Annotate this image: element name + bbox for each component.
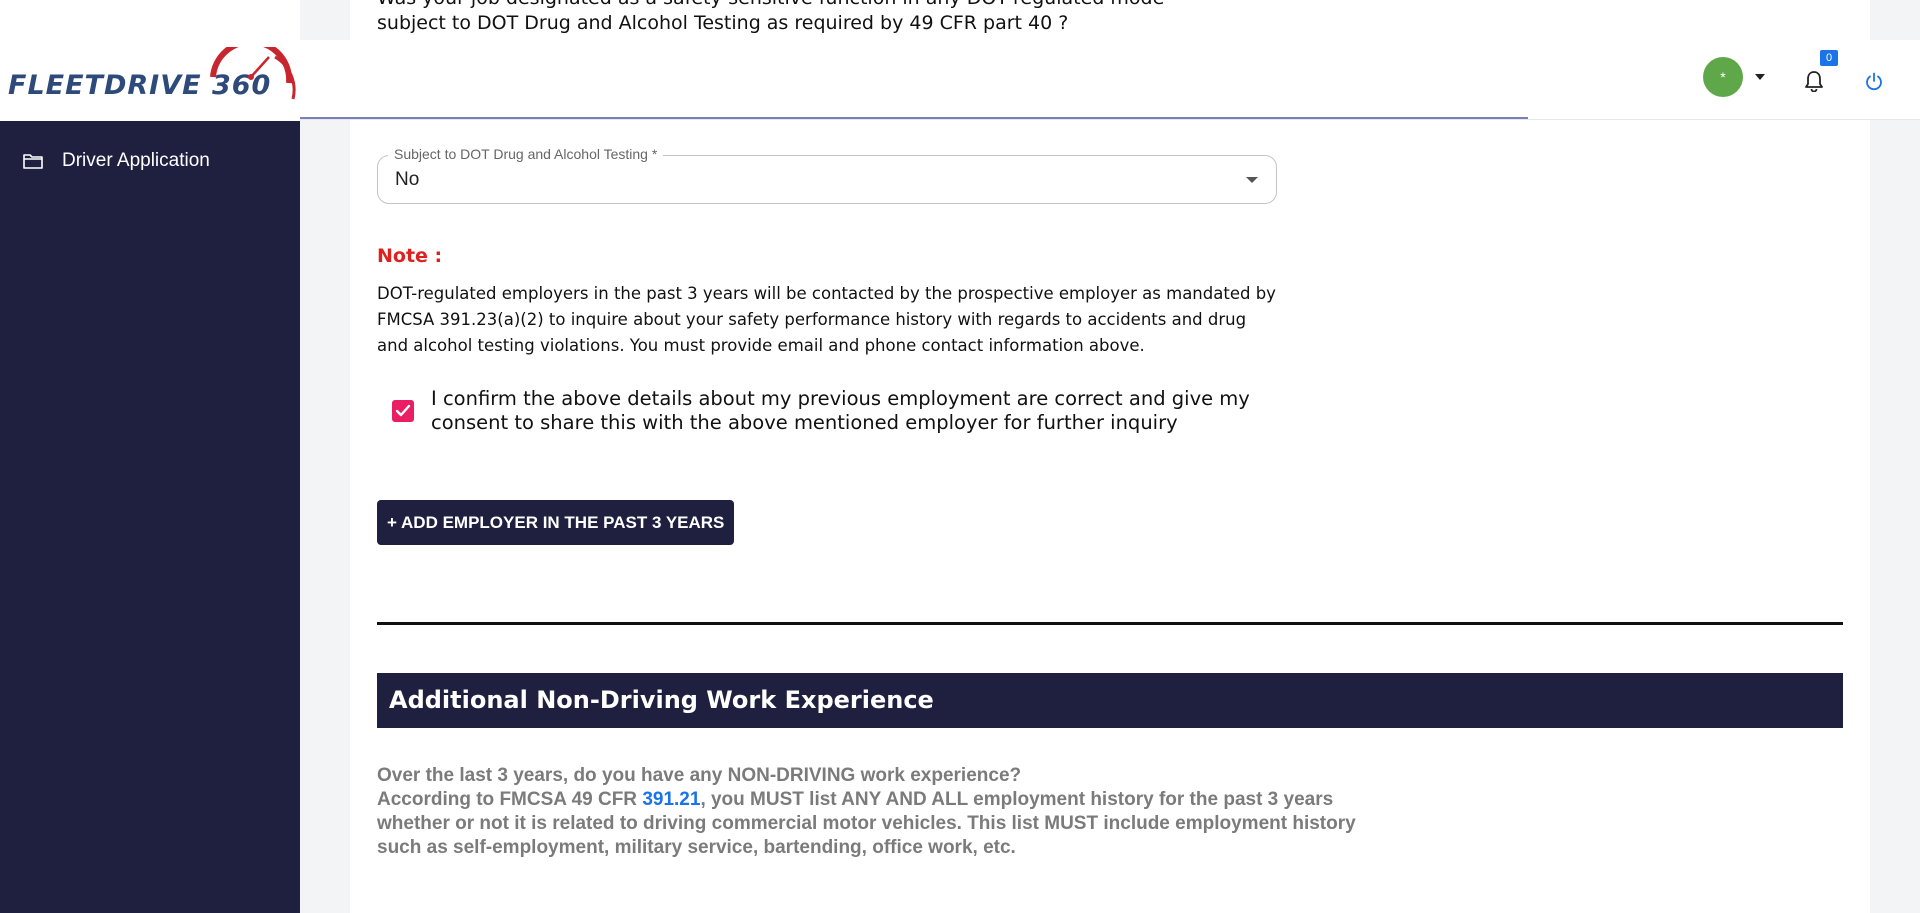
consent-checkbox[interactable] bbox=[392, 400, 414, 422]
section-divider bbox=[377, 622, 1843, 625]
user-menu[interactable]: * bbox=[1703, 57, 1765, 97]
requirement-prefix: According to FMCSA 49 CFR bbox=[377, 789, 643, 810]
cfr-391-21-link[interactable]: 391.21 bbox=[642, 789, 700, 810]
top-bar bbox=[300, 40, 1920, 120]
chevron-down-icon bbox=[1755, 74, 1765, 80]
note-title: Note : bbox=[377, 245, 443, 267]
dropdown-arrow-icon bbox=[1246, 177, 1258, 183]
power-icon[interactable] bbox=[1864, 72, 1884, 92]
non-driving-info: Over the last 3 years, do you have any N… bbox=[377, 764, 1357, 860]
brand-logo[interactable]: FLEETDRIVE 360 bbox=[0, 0, 300, 121]
speedometer-icon bbox=[210, 47, 296, 100]
sidebar-item-label: Driver Application bbox=[62, 150, 210, 171]
folder-icon bbox=[22, 152, 44, 170]
top-bar-accent-line bbox=[300, 117, 1528, 119]
avatar: * bbox=[1703, 57, 1743, 97]
checkmark-icon bbox=[395, 404, 411, 417]
dot-testing-label: Subject to DOT Drug and Alcohol Testing … bbox=[388, 146, 664, 162]
non-driving-question: Over the last 3 years, do you have any N… bbox=[377, 765, 1022, 786]
consent-label: I confirm the above details about my pre… bbox=[431, 387, 1250, 434]
add-employer-button[interactable]: + ADD EMPLOYER IN THE PAST 3 YEARS bbox=[377, 500, 735, 545]
section-title: Additional Non-Driving Work Experience bbox=[389, 686, 934, 714]
non-driving-section-header: Additional Non-Driving Work Experience bbox=[377, 673, 1843, 728]
question-line-1: Was your job designated as a safety-sens… bbox=[377, 0, 1277, 11]
non-driving-requirement: According to FMCSA 49 CFR 391.21, you MU… bbox=[377, 788, 1357, 860]
consent-checkbox-row[interactable]: I confirm the above details about my pre… bbox=[392, 387, 1281, 435]
question-line-2: subject to DOT Drug and Alcohol Testing … bbox=[377, 12, 1069, 34]
bell-icon[interactable] bbox=[1804, 70, 1824, 92]
notification-count-badge: 0 bbox=[1820, 50, 1838, 66]
sidebar-item-driver-application[interactable]: Driver Application bbox=[22, 148, 210, 174]
dot-question: Was your job designated as a safety-sens… bbox=[377, 0, 1277, 36]
dot-testing-value: No bbox=[395, 169, 420, 190]
note-body: DOT-regulated employers in the past 3 ye… bbox=[377, 284, 1276, 355]
dot-testing-select[interactable]: Subject to DOT Drug and Alcohol Testing … bbox=[377, 146, 1277, 204]
sidebar: Driver Application bbox=[0, 0, 300, 913]
